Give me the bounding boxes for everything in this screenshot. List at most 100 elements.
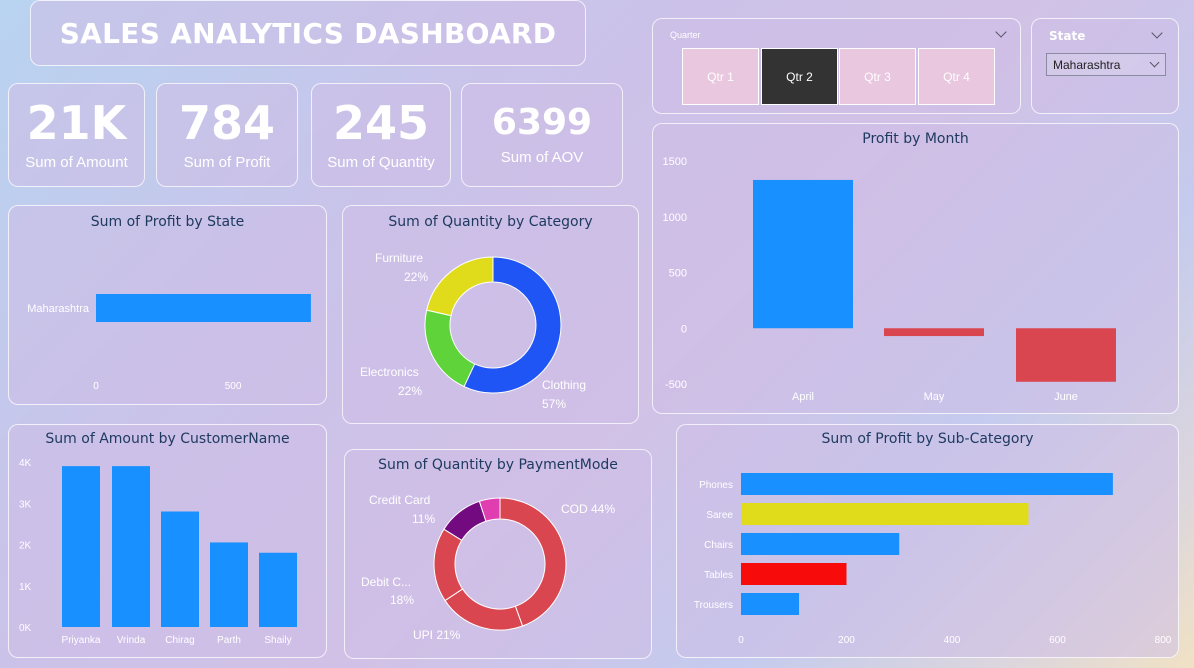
kpi-label: Sum of Profit [183, 153, 271, 171]
quantity-by-paymentmode-card: Sum of Quantity by PaymentMode COD 44% UP… [344, 449, 652, 659]
profit-by-month-chart: 1500 1000 500 0 -500 April May June [663, 156, 1116, 403]
slice-label: UPI 21% [413, 628, 461, 642]
quarter-slicer-label: Quarter [670, 30, 701, 40]
bar [753, 179, 853, 329]
kpi-label: Sum of Quantity [327, 153, 435, 171]
category-label: Chairs [704, 540, 733, 551]
state-slicer: State Maharashtra [1031, 18, 1179, 114]
y-tick-label: 1000 [663, 212, 687, 224]
x-tick-label: Parth [217, 635, 241, 646]
slice-label: Clothing [542, 378, 586, 392]
quantity-by-category-chart: Clothing 57% Electronics 22% Furniture 22% [360, 251, 586, 411]
kpi-card-amount: 21K Sum of Amount [8, 83, 145, 187]
quarter-option-qtr4[interactable]: Qtr 4 [918, 48, 995, 105]
amount-by-customer-card: Sum of Amount by CustomerName 4K 3K 2K 1K 0K… [8, 424, 327, 658]
bar [741, 473, 1113, 495]
y-tick-label: 1K [19, 582, 32, 593]
profit-by-subcategory-chart: Phones Saree Chairs Tables Trousers 0 200 400 60… [694, 473, 1172, 646]
profit-by-state-chart: Maharashtra 0 500 [27, 294, 311, 392]
kpi-label: Sum of AOV [500, 148, 584, 166]
x-tick-label: Chirag [165, 635, 194, 646]
x-tick-label: 400 [944, 635, 961, 646]
donut-slice [424, 309, 476, 388]
slice-label: Furniture [375, 251, 423, 265]
donut-slice [433, 528, 464, 602]
y-tick-label: 500 [669, 268, 687, 280]
dashboard-title-card: SALES ANALYTICS DASHBOARD [30, 0, 586, 66]
kpi-value: 245 [332, 95, 430, 150]
x-tick-label: Vrinda [117, 635, 146, 646]
quarter-slicer: Quarter Qtr 1 Qtr 2 Qtr 3 Qtr 4 [652, 18, 1021, 114]
kpi-value: 784 [178, 95, 276, 150]
bar [259, 552, 297, 627]
bar [62, 466, 100, 627]
state-dropdown[interactable]: Maharashtra [1046, 53, 1166, 76]
bar [112, 466, 150, 627]
category-label: Saree [706, 510, 733, 521]
y-tick-label: 4K [19, 458, 32, 469]
slice-percent: 11% [412, 512, 435, 526]
bar [741, 503, 1029, 525]
category-label: Tables [704, 570, 733, 581]
quarter-option-qtr3[interactable]: Qtr 3 [839, 48, 916, 105]
slice-percent: 18% [390, 593, 414, 607]
y-tick-label: 3K [19, 499, 32, 510]
kpi-label: Sum of Amount [25, 153, 128, 171]
slice-percent: 57% [542, 397, 566, 411]
bar [161, 511, 199, 627]
quantity-by-category-card: Sum of Quantity by Category Clothing 57% E… [342, 205, 639, 424]
bar [1016, 328, 1116, 382]
donut-slice [444, 588, 524, 631]
x-tick-label: 0 [738, 635, 744, 646]
bar [96, 294, 311, 322]
x-tick-label: April [792, 391, 814, 403]
slice-percent: 22% [398, 384, 422, 398]
x-tick-label: 0 [93, 381, 99, 392]
x-tick-label: May [924, 391, 945, 403]
bar [884, 328, 984, 337]
quarter-option-qtr1[interactable]: Qtr 1 [682, 48, 759, 105]
chevron-down-icon [1149, 57, 1160, 68]
kpi-card-aov: 6399 Sum of AOV [461, 83, 623, 187]
x-tick-label: 200 [838, 635, 855, 646]
donut-slice [426, 256, 494, 317]
y-tick-label: 0 [681, 323, 687, 335]
y-tick-label: 1500 [663, 156, 687, 168]
slice-label: Credit Card [369, 493, 430, 507]
category-label: Phones [699, 480, 733, 491]
category-label: Trousers [694, 600, 733, 611]
donut-slice [499, 497, 567, 627]
category-label: Maharashtra [27, 303, 90, 315]
x-tick-label: Priyanka [62, 635, 101, 646]
slice-label: COD 44% [561, 502, 615, 516]
quantity-by-paymentmode-chart: COD 44% UPI 21% Debit C... 18% Credit Card 11… [361, 493, 615, 642]
profit-by-subcategory-card: Sum of Profit by Sub-Category Phones Sare… [676, 424, 1179, 658]
slice-label: Debit C... [361, 575, 411, 589]
state-slicer-label: State [1049, 29, 1086, 43]
chevron-down-icon[interactable] [995, 26, 1007, 38]
bar [741, 533, 900, 555]
slice-percent: 22% [404, 270, 428, 284]
x-tick-label: Shaily [264, 635, 291, 646]
x-tick-label: 600 [1049, 635, 1066, 646]
quarter-option-qtr2[interactable]: Qtr 2 [761, 48, 838, 105]
x-tick-label: June [1054, 391, 1078, 403]
chevron-down-icon[interactable] [1151, 27, 1163, 39]
y-tick-label: 2K [19, 541, 32, 552]
y-tick-label: -500 [665, 379, 687, 391]
bar [741, 593, 800, 615]
bar [741, 563, 847, 585]
kpi-value: 21K [26, 95, 127, 150]
slice-label: Electronics [360, 365, 419, 379]
profit-by-month-card: Profit by Month 1500 1000 500 0 -500 April May… [652, 123, 1179, 414]
state-dropdown-value: Maharashtra [1053, 57, 1121, 72]
bar [210, 542, 248, 627]
kpi-card-quantity: 245 Sum of Quantity [311, 83, 451, 187]
kpi-card-profit: 784 Sum of Profit [156, 83, 298, 187]
y-tick-label: 0K [19, 623, 32, 634]
x-tick-label: 500 [225, 381, 242, 392]
x-tick-label: 800 [1155, 635, 1172, 646]
kpi-value: 6399 [491, 101, 593, 143]
profit-by-state-card: Sum of Profit by State Maharashtra 0 500 [8, 205, 327, 405]
amount-by-customer-chart: 4K 3K 2K 1K 0K Priyanka Vrinda Chirag Parth Shail… [19, 458, 297, 646]
